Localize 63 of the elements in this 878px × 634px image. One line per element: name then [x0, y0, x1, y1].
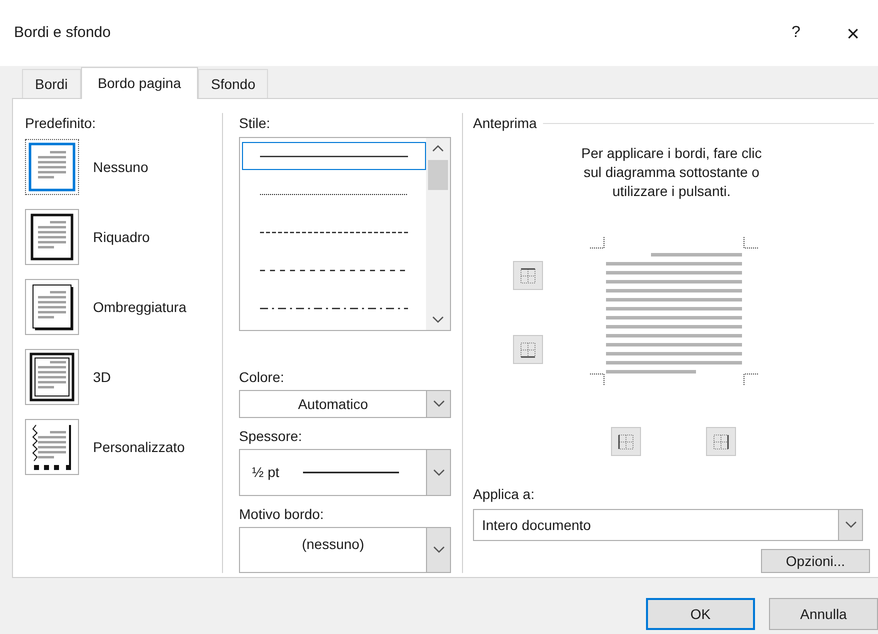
tab[interactable]: Bordo pagina: [80, 67, 198, 99]
chevron-up-icon: [432, 144, 444, 152]
scrollbar[interactable]: [426, 138, 450, 330]
preset-label: Riquadro: [93, 228, 150, 247]
preset-label: Nessuno: [93, 158, 148, 176]
page-preview-drawing[interactable]: [590, 237, 758, 385]
border-edge-button[interactable]: [611, 427, 641, 456]
dropdown-button[interactable]: [838, 510, 862, 540]
field-label: Spessore:: [239, 427, 304, 446]
line-style-icon: [260, 306, 408, 310]
chevron-down-icon: [432, 468, 444, 476]
border-edge-icon: [616, 432, 636, 452]
field-label: Colore:: [239, 368, 286, 387]
color-dropdown[interactable]: Automatico: [239, 390, 451, 418]
border-edge-icon: [711, 432, 731, 452]
chevron-down-icon: [432, 546, 444, 554]
tab[interactable]: Sfondo: [198, 69, 268, 98]
preset-button[interactable]: [25, 279, 79, 335]
preview-hint: Per applicare i bordi, fare clic sul diagramma sottostante o utilizzare i pulsanti.: [580, 144, 763, 201]
line-style-icon: [260, 268, 408, 272]
border-edge-icon: [518, 266, 538, 286]
preset-label: Ombreggiatura: [93, 298, 186, 317]
field-label: Stile:: [239, 114, 272, 133]
preset-button[interactable]: [25, 419, 79, 475]
close-button[interactable]: ×: [838, 16, 868, 50]
preset-button[interactable]: [25, 349, 79, 405]
scrollbar-thumb[interactable]: [428, 160, 448, 190]
dropdown-button[interactable]: [426, 391, 450, 417]
group-label: Anteprima: [473, 114, 537, 133]
dialog-button[interactable]: OK: [646, 598, 755, 630]
preset-button[interactable]: [25, 209, 79, 265]
field-label: Motivo bordo:: [239, 505, 325, 524]
tab[interactable]: Bordi: [22, 69, 81, 98]
chevron-down-icon: [432, 400, 444, 408]
line-width-icon: [303, 471, 400, 474]
width-dropdown[interactable]: ½ pt: [239, 449, 451, 496]
page-border-icon: [26, 141, 78, 193]
line-style-icon: [260, 192, 408, 196]
border-edge-button[interactable]: [513, 261, 543, 290]
preset-label: 3D: [93, 368, 111, 386]
border-edge-button[interactable]: [513, 335, 543, 364]
border-art-dropdown[interactable]: (nessuno): [239, 527, 451, 573]
combo-value: (nessuno): [302, 535, 364, 554]
help-button[interactable]: ?: [776, 21, 816, 45]
preset-label: Personalizzato: [93, 438, 185, 456]
line-style-option[interactable]: [242, 142, 426, 170]
line-style-list[interactable]: [239, 137, 451, 331]
options-button[interactable]: Opzioni...: [761, 549, 870, 573]
combo-value: Intero documento: [482, 516, 591, 534]
border-edge-button[interactable]: [706, 427, 736, 456]
border-edge-icon: [518, 340, 538, 360]
field-label: Applica a:: [473, 485, 536, 504]
chevron-down-icon: [844, 521, 856, 529]
combo-value: Automatico: [298, 394, 368, 414]
preset-button[interactable]: [25, 139, 79, 195]
line-style-icon: [260, 154, 408, 158]
section-label: Predefinito:: [25, 114, 97, 133]
combo-value: ½ pt: [252, 463, 280, 482]
chevron-down-icon: [432, 316, 444, 324]
dialog-button[interactable]: Annulla: [769, 598, 878, 630]
apply-to-dropdown[interactable]: Intero documento: [473, 509, 863, 541]
line-style-icon: [260, 230, 408, 234]
window-title: Bordi e sfondo: [14, 22, 112, 43]
